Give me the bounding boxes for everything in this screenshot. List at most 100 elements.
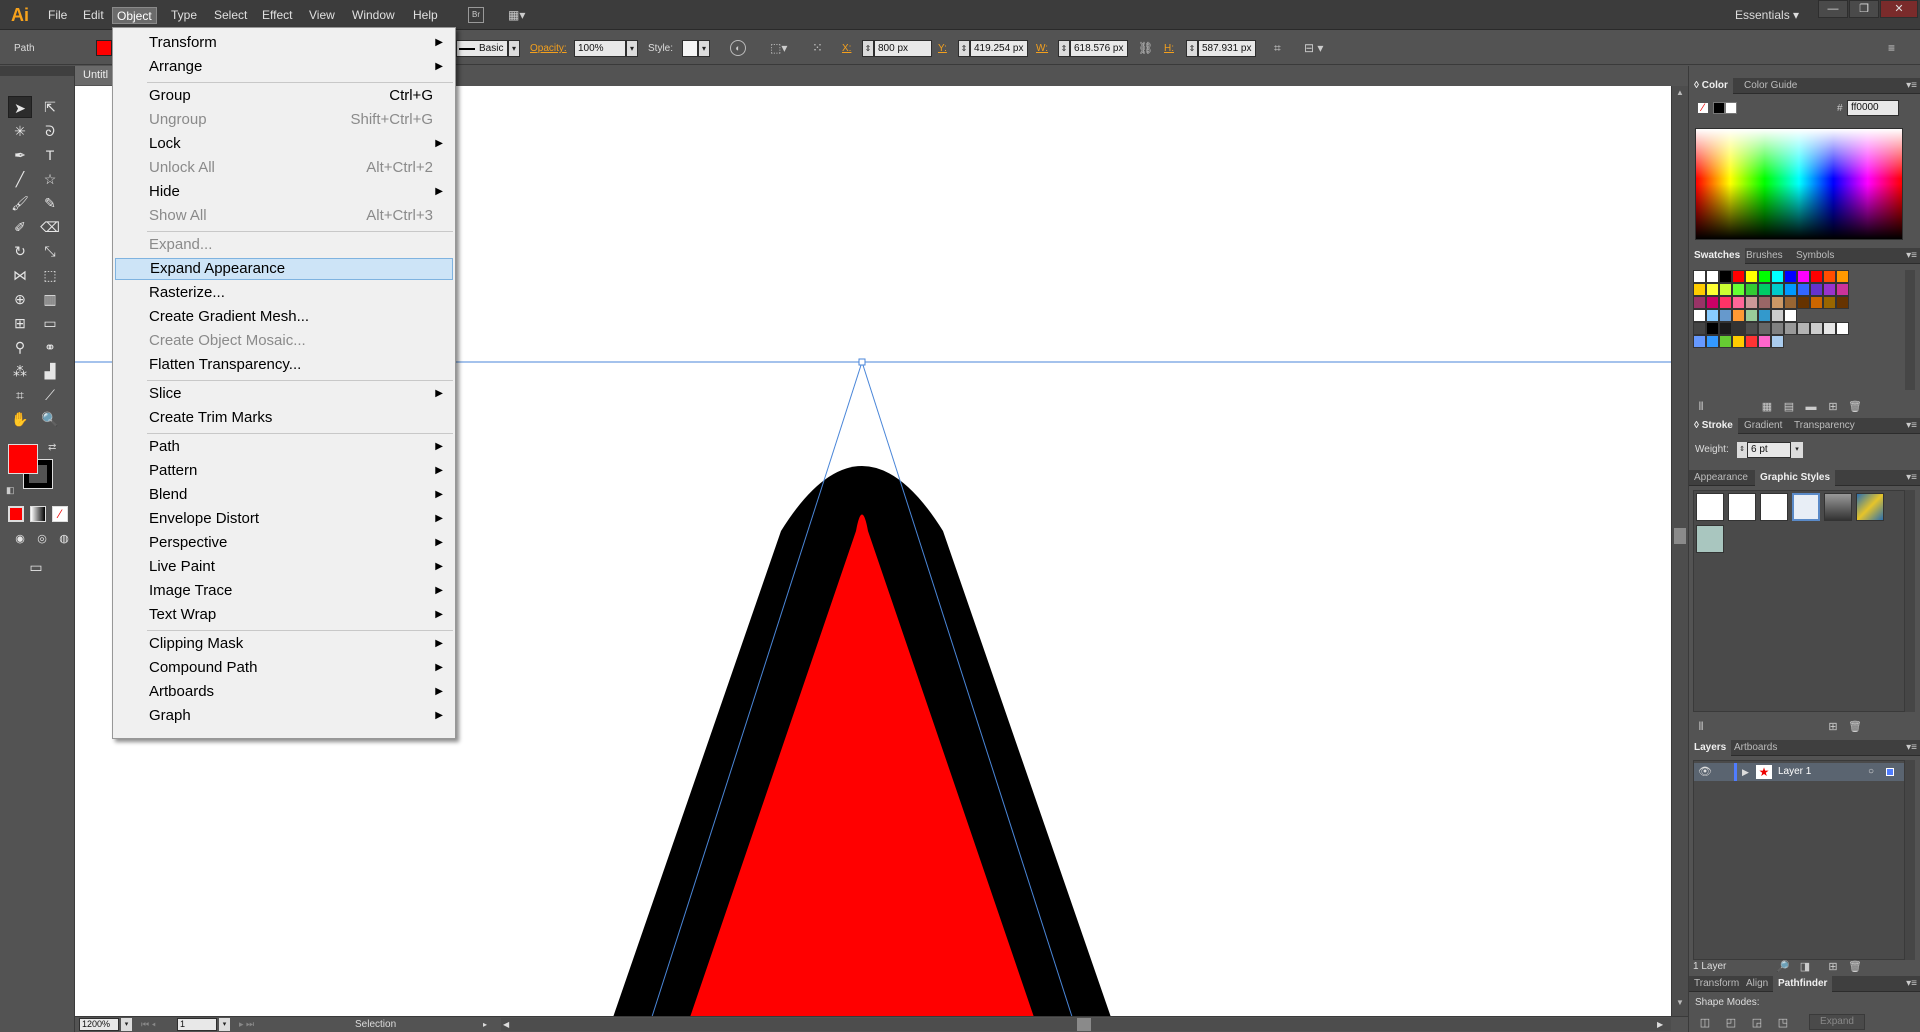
opacity-dropdown[interactable]: ▾: [626, 40, 638, 57]
swatch[interactable]: [1693, 296, 1706, 309]
h-input[interactable]: 587.931 px: [1198, 40, 1256, 57]
graphic-style-4[interactable]: [1792, 493, 1820, 521]
layer-row[interactable]: 👁 ▶ ★ Layer 1 ○: [1694, 763, 1904, 781]
weight-stepper[interactable]: ⇕: [1737, 442, 1747, 458]
swatch[interactable]: [1758, 296, 1771, 309]
swatch[interactable]: [1810, 283, 1823, 296]
swatch[interactable]: [1771, 322, 1784, 335]
fill-swatch[interactable]: [96, 40, 112, 56]
swatch[interactable]: [1732, 296, 1745, 309]
tab-transparency[interactable]: Transparency: [1789, 418, 1860, 434]
tab-appearance[interactable]: Appearance: [1689, 470, 1753, 486]
swatch[interactable]: [1797, 283, 1810, 296]
tab-brushes[interactable]: Brushes: [1741, 248, 1788, 264]
swatch[interactable]: [1719, 296, 1732, 309]
intersect-icon[interactable]: ◲: [1749, 1016, 1765, 1030]
swatch[interactable]: [1745, 335, 1758, 348]
tab-color[interactable]: ◊ Color: [1689, 78, 1733, 94]
swatch[interactable]: [1706, 283, 1719, 296]
swatch[interactable]: [1771, 309, 1784, 322]
menu-item-create-trim-marks[interactable]: Create Trim Marks: [115, 407, 453, 429]
tab-swatches[interactable]: Swatches: [1689, 248, 1746, 264]
status-text[interactable]: Selection: [355, 1018, 396, 1031]
swatch[interactable]: [1810, 322, 1823, 335]
artboard-tool-icon[interactable]: ⌗: [8, 384, 32, 406]
tab-align[interactable]: Align: [1741, 976, 1773, 992]
tab-pathfinder[interactable]: Pathfinder: [1773, 976, 1833, 992]
tab-gradient[interactable]: Gradient: [1739, 418, 1787, 434]
workspace-switcher[interactable]: Essentials ▾: [1735, 7, 1799, 23]
swatch[interactable]: [1836, 322, 1849, 335]
menu-item-artboards[interactable]: Artboards ▶: [115, 681, 453, 703]
graphic-style-default[interactable]: [1696, 493, 1724, 521]
color-panel-menu-icon[interactable]: ▾≡: [1906, 78, 1917, 94]
menu-type[interactable]: Type: [167, 7, 201, 24]
menu-item-pattern[interactable]: Pattern ▶: [115, 460, 453, 482]
swatch[interactable]: [1732, 283, 1745, 296]
stroke-style-field[interactable]: Basic: [456, 40, 508, 57]
reference-point-icon[interactable]: ⁙: [812, 39, 834, 57]
swatch[interactable]: [1784, 322, 1797, 335]
swatch[interactable]: [1771, 270, 1784, 283]
menu-help[interactable]: Help: [409, 7, 442, 24]
y-stepper[interactable]: ⇕: [958, 40, 970, 57]
menu-window[interactable]: Window: [348, 7, 399, 24]
selection-tool-icon[interactable]: ➤: [8, 96, 32, 118]
graphic-style-7[interactable]: [1696, 525, 1724, 553]
layer-selection-indicator[interactable]: [1886, 768, 1894, 776]
pathfinder-panel-menu-icon[interactable]: ▾≡: [1906, 976, 1917, 992]
direct-selection-tool-icon[interactable]: ⇱: [38, 96, 62, 118]
swatch[interactable]: [1745, 309, 1758, 322]
vertical-scroll-thumb[interactable]: [1674, 528, 1686, 544]
hex-input[interactable]: ff0000: [1847, 100, 1899, 116]
swatch[interactable]: [1823, 270, 1836, 283]
delete-layer-icon[interactable]: 🗑: [1847, 960, 1863, 974]
swatch[interactable]: [1745, 296, 1758, 309]
align-options-icon[interactable]: ⬚▾: [770, 40, 790, 56]
swatch[interactable]: [1797, 296, 1810, 309]
new-swatch-icon[interactable]: ⊞: [1825, 400, 1841, 414]
new-color-group-icon[interactable]: ▬: [1803, 400, 1819, 414]
swatch[interactable]: [1706, 335, 1719, 348]
width-tool-icon[interactable]: ⋈: [8, 264, 32, 286]
restore-icon[interactable]: ❐: [1849, 0, 1879, 18]
menu-item-image-trace[interactable]: Image Trace ▶: [115, 580, 453, 602]
free-transform-tool-icon[interactable]: ⬚: [38, 264, 62, 286]
tab-color-guide[interactable]: Color Guide: [1739, 78, 1802, 94]
status-menu-icon[interactable]: ▸: [483, 1018, 493, 1031]
layer-name[interactable]: Layer 1: [1778, 763, 1811, 781]
layer-expand-icon[interactable]: ▶: [1742, 763, 1752, 781]
x-input[interactable]: 800 px: [874, 40, 932, 57]
shape-builder-tool-icon[interactable]: ⊕: [8, 288, 32, 310]
x-stepper[interactable]: ⇕: [862, 40, 874, 57]
tab-layers[interactable]: Layers: [1689, 740, 1732, 756]
swatch[interactable]: [1784, 270, 1797, 283]
swatch[interactable]: [1732, 322, 1745, 335]
new-layer-icon[interactable]: ⊞: [1825, 960, 1841, 974]
tab-artboards[interactable]: Artboards: [1729, 740, 1782, 756]
menu-item-group[interactable]: Group Ctrl+G: [115, 85, 453, 107]
delete-graphic-style-icon[interactable]: 🗑: [1847, 720, 1863, 734]
isolate-icon[interactable]: ⊟ ▾: [1304, 40, 1336, 56]
tab-graphic-styles[interactable]: Graphic Styles: [1755, 470, 1836, 486]
horizontal-scrollbar[interactable]: ◀ ▶: [501, 1018, 1671, 1031]
graphic-style-6[interactable]: [1856, 493, 1884, 521]
menu-item-lock[interactable]: Lock ▶: [115, 133, 453, 155]
menu-select[interactable]: Select: [210, 7, 251, 24]
swatch[interactable]: [1836, 270, 1849, 283]
draw-inside-icon[interactable]: ◍: [52, 528, 76, 550]
menu-item-compound-path[interactable]: Compound Path ▶: [115, 657, 453, 679]
show-swatch-kinds-icon[interactable]: ▦: [1759, 400, 1775, 414]
menu-item-arrange[interactable]: Arrange ▶: [115, 56, 453, 78]
zoom-field[interactable]: 1200%: [79, 1018, 119, 1031]
black-color-chip[interactable]: [1713, 102, 1725, 114]
perspective-grid-tool-icon[interactable]: ▥: [38, 288, 62, 310]
menu-edit[interactable]: Edit: [79, 7, 108, 24]
swatch[interactable]: [1771, 335, 1784, 348]
mesh-tool-icon[interactable]: ⊞: [8, 312, 32, 334]
draw-normal-icon[interactable]: ◉: [8, 528, 32, 550]
graphic-style-swatch[interactable]: [682, 40, 698, 57]
white-color-chip[interactable]: [1725, 102, 1737, 114]
swatch[interactable]: [1784, 283, 1797, 296]
scroll-up-icon[interactable]: ▲: [1674, 88, 1686, 100]
